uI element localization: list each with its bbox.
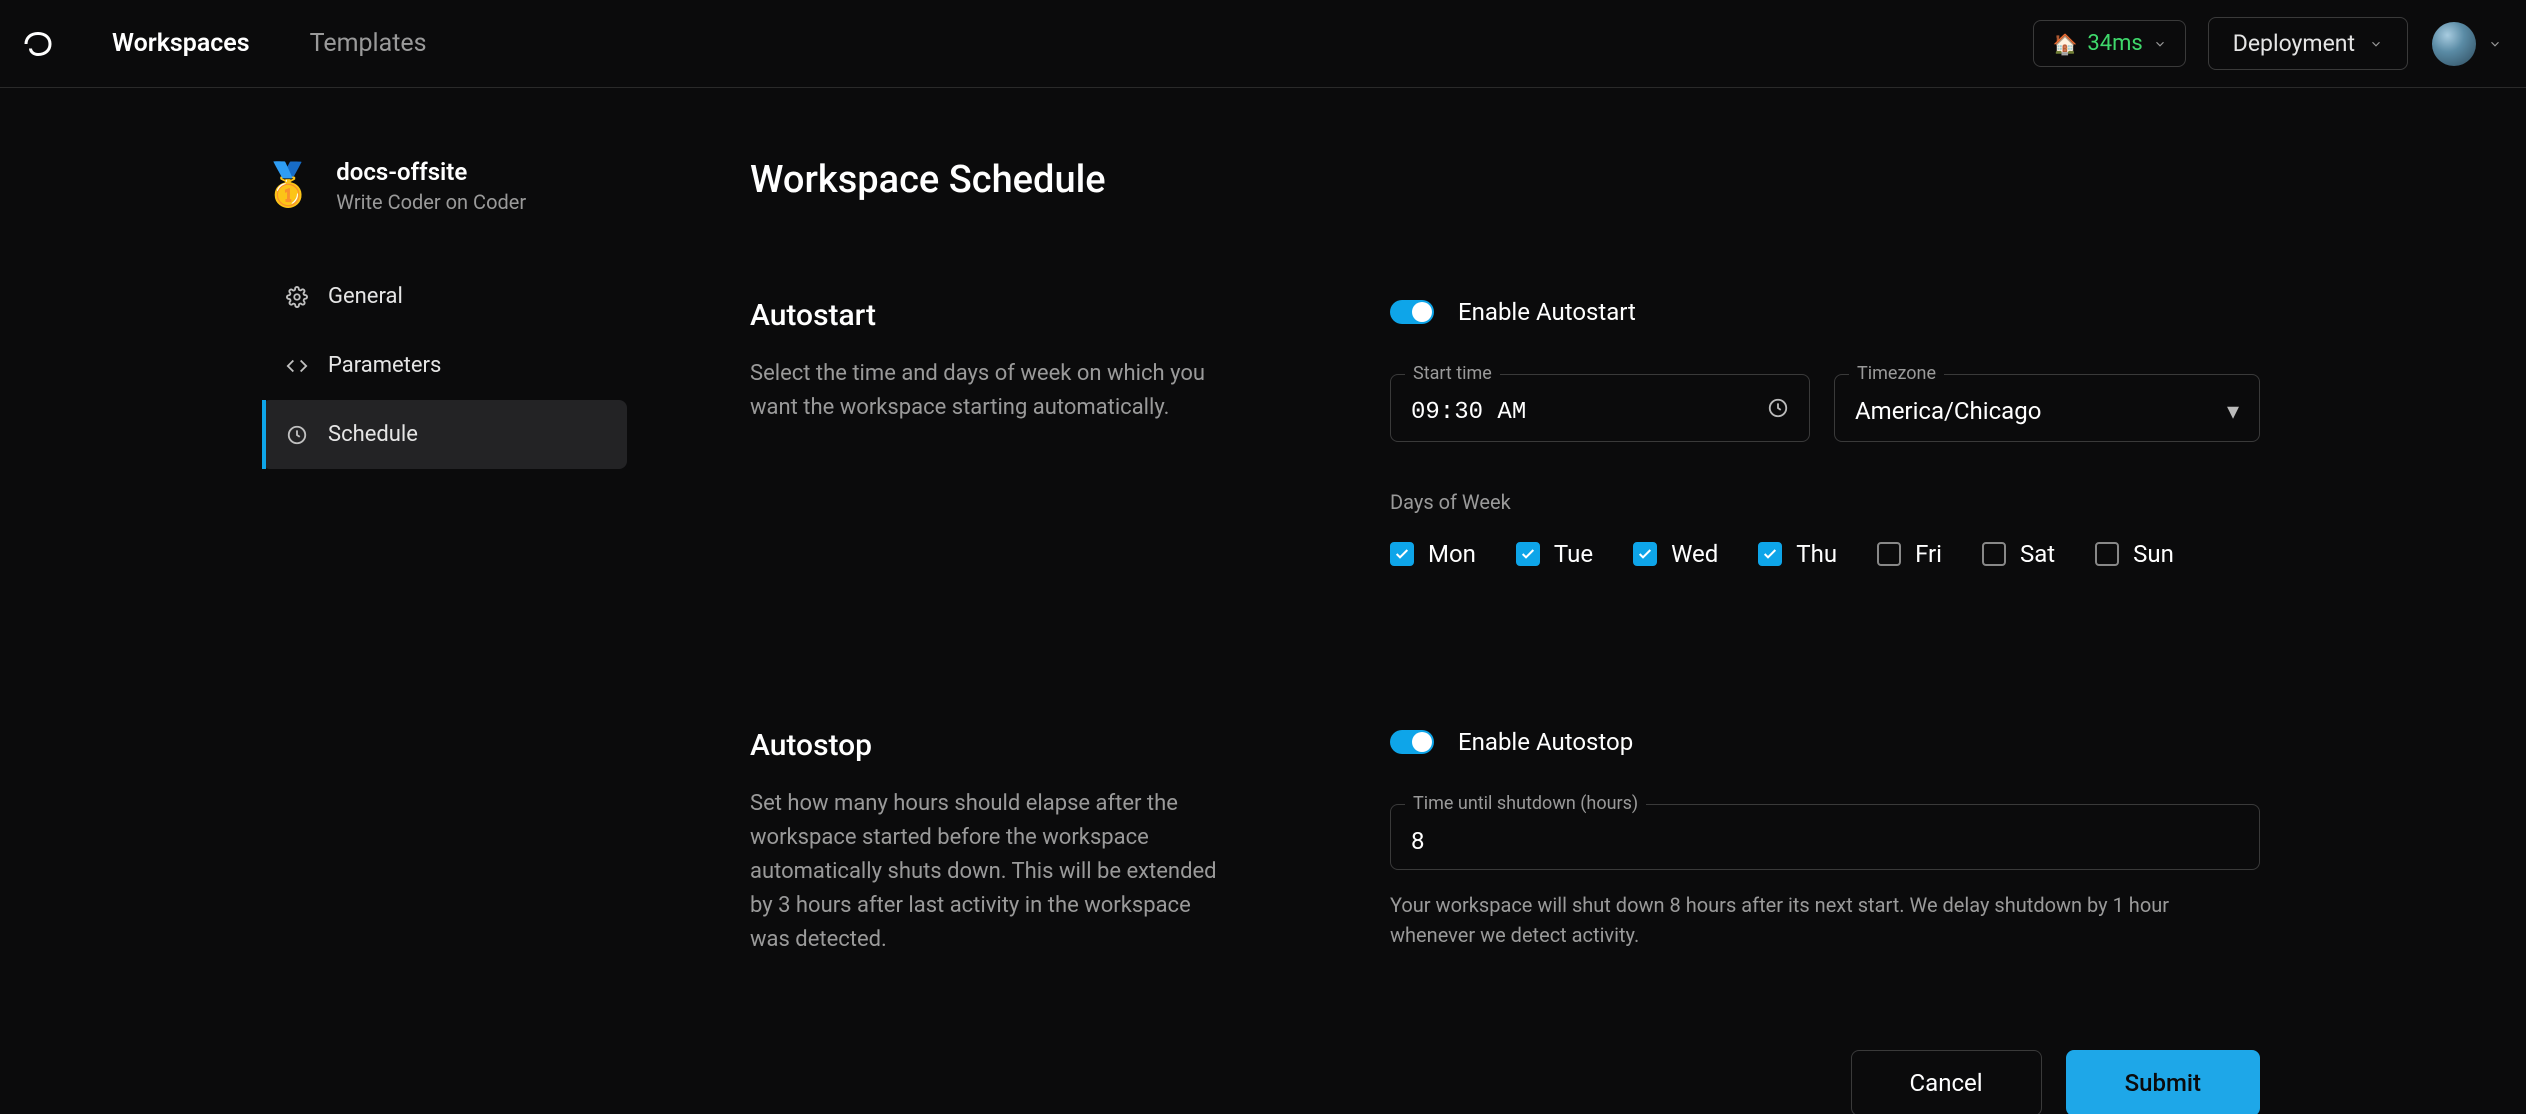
autostop-title: Autostop [750,728,1310,763]
timezone-label: Timezone [1849,363,1944,384]
workspace-subtitle: Write Coder on Coder [336,190,526,214]
autostart-title: Autostart [750,298,1310,333]
workspace-name: docs-offsite [336,158,526,186]
latency-value: 34ms [2087,31,2142,56]
dow-thu[interactable]: Thu [1758,540,1837,568]
sidebar-item-parameters[interactable]: Parameters [262,331,627,400]
latency-pill[interactable]: 🏠 34ms [2033,20,2185,67]
dow-fri[interactable]: Fri [1877,540,1942,568]
content: Workspace Schedule Autostart Select the … [640,158,2526,1114]
shutdown-hours-field[interactable]: Time until shutdown (hours) 8 [1390,804,2260,870]
nav-templates[interactable]: Templates [310,29,427,58]
user-menu[interactable] [2432,22,2502,66]
dow-label: Days of Week [1390,490,2260,514]
sidebar-item-general[interactable]: General [262,262,627,331]
autostop-section: Autostop Set how many hours should elaps… [750,728,2526,1114]
sidebar-item-label: General [328,284,403,309]
start-time-field[interactable]: Start time 09:30 AM [1390,374,1810,442]
dow-sun[interactable]: Sun [2095,540,2174,568]
logo-icon [20,26,56,62]
autostart-toggle-label: Enable Autostart [1458,298,1636,326]
autostart-toggle[interactable] [1390,300,1434,324]
dow-label-text: Fri [1915,540,1942,568]
dow-label-text: Mon [1428,540,1476,568]
page-title: Workspace Schedule [750,158,2526,202]
dow-mon[interactable]: Mon [1390,540,1476,568]
house-icon: 🏠 [2052,32,2077,56]
cancel-button[interactable]: Cancel [1851,1050,2042,1114]
sidebar-item-label: Schedule [328,422,418,447]
chevron-down-icon [2488,37,2502,51]
timezone-field[interactable]: Timezone America/Chicago ▾ [1834,374,2260,442]
autostop-desc: Set how many hours should elapse after t… [750,787,1230,957]
caret-down-icon: ▾ [2227,397,2239,425]
medal-icon: 🥇 [262,165,314,207]
timezone-value: America/Chicago [1855,397,2041,425]
logo[interactable] [20,26,56,62]
shutdown-hours-label: Time until shutdown (hours) [1405,793,1646,814]
dow-label-text: Sat [2020,540,2055,568]
top-nav: Workspaces Templates 🏠 34ms Deployment [0,0,2526,88]
dow-label-text: Thu [1796,540,1837,568]
sidebar: 🥇 docs-offsite Write Coder on Coder Gene… [0,158,640,1114]
dow-label-text: Sun [2133,540,2174,568]
start-time-value: 09:30 AM [1411,399,1526,426]
shutdown-hours-value: 8 [1411,827,1425,855]
dow-label-text: Wed [1671,540,1718,568]
checkbox-icon [1877,542,1901,566]
checkbox-icon [2095,542,2119,566]
chevron-down-icon [2369,37,2383,51]
checkbox-icon [1633,542,1657,566]
code-icon [286,355,308,377]
checkbox-icon [1758,542,1782,566]
avatar [2432,22,2476,66]
form-footer: Cancel Submit [1390,1050,2260,1114]
checkbox-icon [1982,542,2006,566]
workspace-header: 🥇 docs-offsite Write Coder on Coder [262,158,640,214]
dow-tue[interactable]: Tue [1516,540,1593,568]
dow-row: Mon Tue Wed Thu [1390,540,2260,568]
dow-wed[interactable]: Wed [1633,540,1718,568]
autostop-helper: Your workspace will shut down 8 hours af… [1390,890,2240,950]
nav-workspaces[interactable]: Workspaces [112,29,250,58]
autostop-toggle[interactable] [1390,730,1434,754]
nav-links: Workspaces Templates [112,29,427,58]
autostop-toggle-label: Enable Autostop [1458,728,1633,756]
chevron-down-icon [2153,37,2167,51]
autostart-desc: Select the time and days of week on whic… [750,357,1230,425]
deployment-button[interactable]: Deployment [2208,17,2408,70]
autostart-section: Autostart Select the time and days of we… [750,298,2526,568]
gear-icon [286,286,308,308]
checkbox-icon [1390,542,1414,566]
clock-icon [1767,397,1789,427]
submit-button[interactable]: Submit [2066,1050,2260,1114]
checkbox-icon [1516,542,1540,566]
start-time-label: Start time [1405,363,1500,384]
dow-label-text: Tue [1554,540,1593,568]
sidebar-item-label: Parameters [328,353,441,378]
clock-icon [286,424,308,446]
dow-sat[interactable]: Sat [1982,540,2055,568]
sidebar-item-schedule[interactable]: Schedule [262,400,627,469]
deployment-label: Deployment [2233,30,2355,57]
